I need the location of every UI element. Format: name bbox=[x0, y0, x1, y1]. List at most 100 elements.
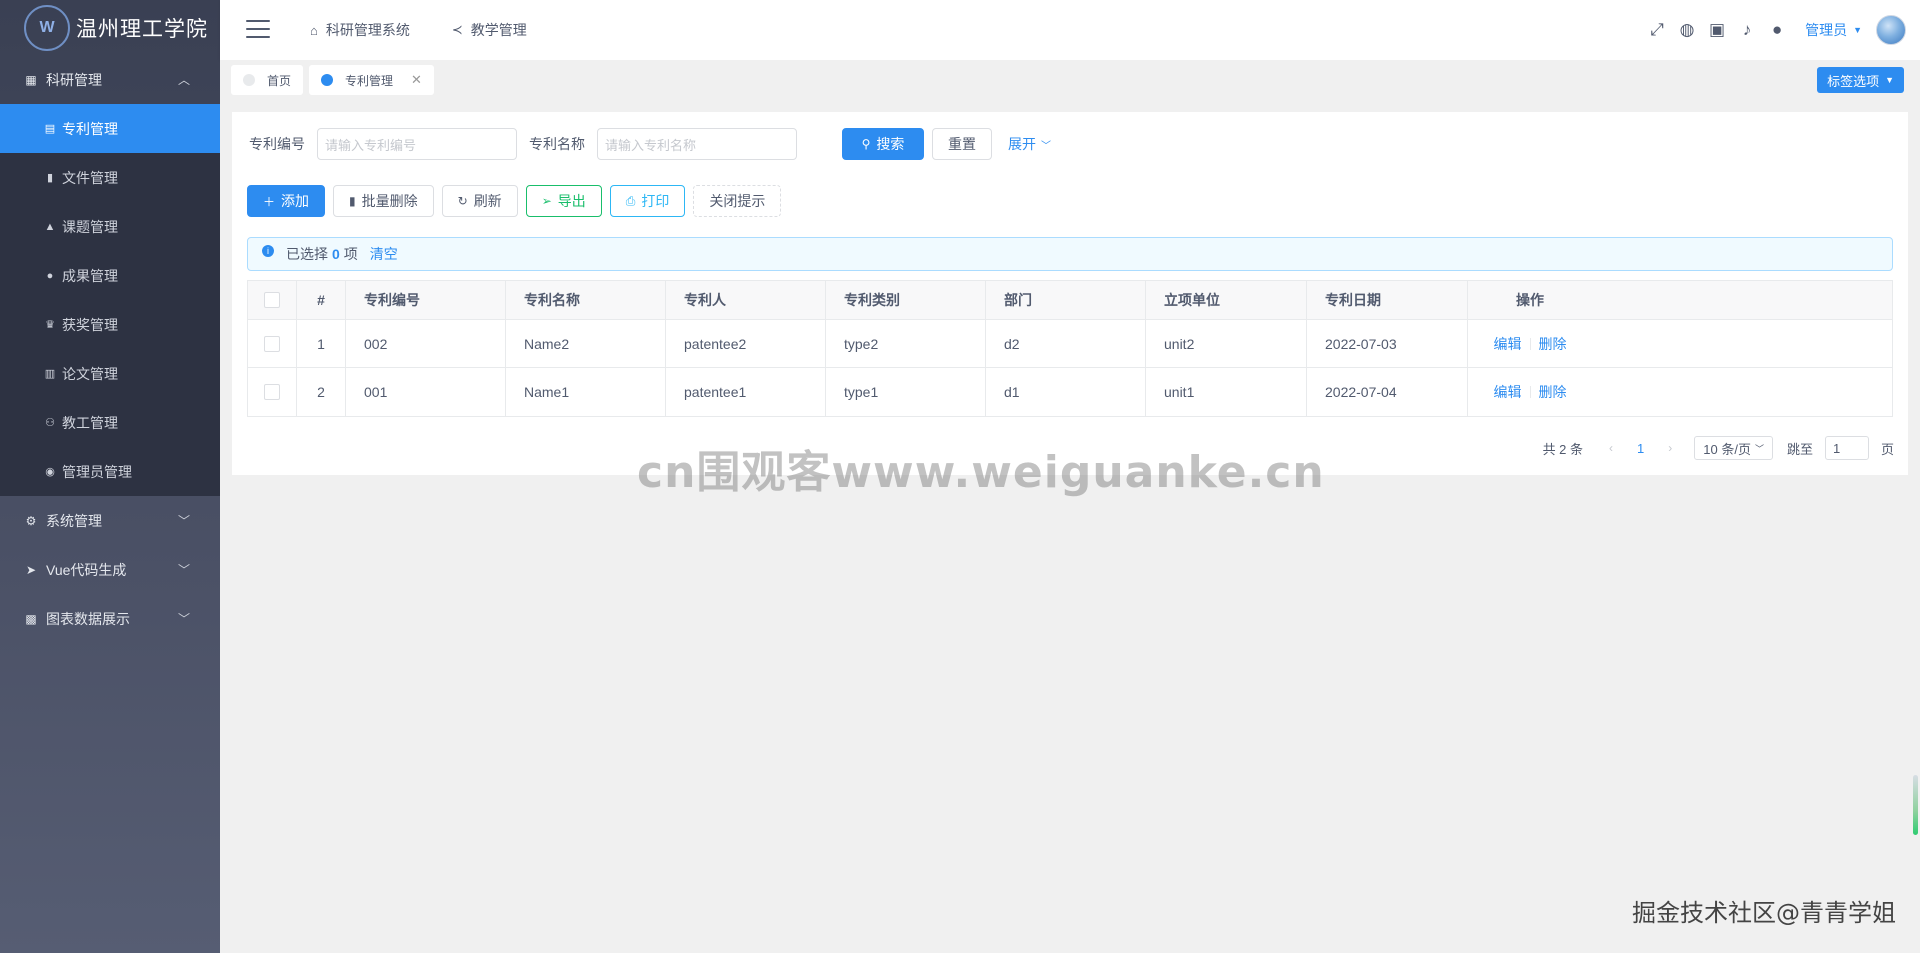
cell-unit: unit2 bbox=[1146, 320, 1307, 367]
search-button-label: 搜索 bbox=[876, 136, 905, 152]
column-header[interactable]: 专利人 bbox=[666, 281, 826, 319]
bell-icon[interactable]: ♪ bbox=[1737, 20, 1757, 40]
menu-group-charts[interactable]: ▩ 图表数据展示 ﹀ bbox=[0, 594, 220, 643]
column-header[interactable]: 立项单位 bbox=[1146, 281, 1307, 319]
page-item-current[interactable]: 1 bbox=[1637, 441, 1644, 456]
top-nav-label: 教学管理 bbox=[470, 22, 527, 38]
sidebar-item-admin[interactable]: ◉ 管理员管理 bbox=[0, 447, 220, 496]
patent-name-input[interactable]: 请输入专利名称 bbox=[597, 128, 797, 160]
chevron-down-icon: ﹀ bbox=[1754, 443, 1764, 454]
column-header[interactable]: 专利日期 bbox=[1307, 281, 1468, 319]
avatar[interactable] bbox=[1876, 15, 1906, 45]
cell-date: 2022-07-04 bbox=[1307, 368, 1468, 416]
cell-type: type1 bbox=[826, 368, 986, 416]
delete-link[interactable]: 删除 bbox=[1539, 382, 1567, 402]
tab-dot bbox=[321, 74, 333, 86]
cell-date: 2022-07-03 bbox=[1307, 320, 1468, 367]
document-icon: ▤ bbox=[44, 123, 56, 135]
cell-dept: d1 bbox=[986, 368, 1146, 416]
lock-icon[interactable]: ▣ bbox=[1707, 20, 1727, 40]
github-icon[interactable]: ● bbox=[1767, 20, 1787, 40]
user-dropdown[interactable]: 管理员 ▼ bbox=[1805, 20, 1862, 40]
row-checkbox[interactable] bbox=[264, 335, 280, 352]
column-header[interactable]: 专利类别 bbox=[826, 281, 986, 319]
menu-group-research[interactable]: ▦ 科研管理 ︿ bbox=[0, 55, 220, 104]
close-tip-label: 关闭提示 bbox=[709, 193, 766, 209]
fullscreen-icon[interactable]: ⤢ bbox=[1647, 20, 1667, 40]
pagination: 共 2 条 ‹ 1 › 10 条/页 ﹀ 跳至 1 页 bbox=[1543, 436, 1894, 460]
export-button[interactable]: ➢ 导出 bbox=[525, 185, 602, 217]
cell-dept: d2 bbox=[986, 320, 1146, 367]
jump-page-input[interactable]: 1 bbox=[1824, 436, 1869, 460]
expand-toggle[interactable]: 展开 ﹀ bbox=[1008, 134, 1051, 154]
edit-link[interactable]: 编辑 bbox=[1494, 334, 1522, 354]
sidebar-item-award[interactable]: ♛ 获奖管理 bbox=[0, 300, 220, 349]
prev-page-icon[interactable]: ‹ bbox=[1609, 441, 1613, 455]
patent-name-label: 专利名称 bbox=[529, 136, 585, 152]
cell-number: 002 bbox=[346, 320, 506, 367]
book-icon: ▥ bbox=[44, 368, 56, 380]
divider bbox=[1529, 337, 1531, 350]
patent-number-label: 专利编号 bbox=[249, 136, 305, 152]
print-button[interactable]: ⎙ 打印 bbox=[609, 185, 686, 217]
close-tip-button[interactable]: 关闭提示 bbox=[693, 185, 782, 217]
cell-name: Name2 bbox=[506, 320, 666, 367]
next-page-icon[interactable]: › bbox=[1668, 441, 1672, 455]
column-header[interactable]: 专利编号 bbox=[346, 281, 506, 319]
menu-group-label: 系统管理 bbox=[46, 512, 102, 529]
table-row: 1 002 Name2 patentee2 type2 d2 unit2 202… bbox=[248, 320, 1892, 368]
tab-patent[interactable]: 专利管理 ✕ bbox=[309, 65, 434, 95]
file-icon: ▮ bbox=[46, 172, 54, 184]
info-icon: i bbox=[262, 245, 274, 257]
refresh-button[interactable]: ↻ 刷新 bbox=[441, 185, 518, 217]
batch-delete-button[interactable]: ▮ 批量删除 bbox=[333, 185, 434, 217]
row-checkbox[interactable] bbox=[264, 384, 280, 400]
share-icon: ≺ bbox=[451, 22, 463, 37]
edit-link[interactable]: 编辑 bbox=[1494, 382, 1522, 402]
add-button[interactable]: ＋ 添加 bbox=[247, 185, 326, 217]
content-card: 专利编号 请输入专利编号 专利名称 请输入专利名称 ⚲ 搜索 重置 展开 ﹀ ＋… bbox=[232, 112, 1908, 475]
placeholder: 请输入专利编号 bbox=[325, 137, 417, 153]
sidebar-item-file[interactable]: ▮ 文件管理 bbox=[0, 153, 220, 202]
sidebar-item-achievement[interactable]: ● 成果管理 bbox=[0, 251, 220, 300]
circle-icon: ● bbox=[46, 269, 54, 282]
globe-icon[interactable]: ◍ bbox=[1677, 20, 1697, 40]
delete-link[interactable]: 删除 bbox=[1539, 334, 1567, 354]
sidebar-item-staff[interactable]: ⚇ 教工管理 bbox=[0, 398, 220, 447]
tab-label: 首页 bbox=[267, 73, 292, 88]
cell-actions: 编辑 删除 bbox=[1468, 368, 1592, 416]
tab-options-button[interactable]: 标签选项 ▼ bbox=[1817, 67, 1904, 93]
top-nav-teaching[interactable]: ≺ 教学管理 bbox=[452, 20, 527, 40]
send-icon: ➢ bbox=[541, 194, 552, 208]
sidebar-item-patent[interactable]: ▤ 专利管理 bbox=[0, 104, 220, 153]
sidebar-item-paper[interactable]: ▥ 论文管理 bbox=[0, 349, 220, 398]
batch-delete-label: 批量删除 bbox=[361, 193, 418, 209]
top-nav-research-system[interactable]: ⌂ 科研管理系统 bbox=[310, 20, 410, 40]
menu-group-system[interactable]: ⚙ 系统管理 ﹀ bbox=[0, 496, 220, 545]
patent-number-input[interactable]: 请输入专利编号 bbox=[317, 128, 517, 160]
sidebar-item-project[interactable]: ▲ 课题管理 bbox=[0, 202, 220, 251]
divider bbox=[1529, 386, 1531, 398]
menu-group-vue-codegen[interactable]: ➤ Vue代码生成 ﹀ bbox=[0, 545, 220, 594]
alert-suffix: 项 bbox=[343, 246, 358, 262]
clear-selection-link[interactable]: 清空 bbox=[370, 244, 398, 264]
print-label: 打印 bbox=[641, 193, 670, 209]
column-header[interactable]: 部门 bbox=[986, 281, 1146, 319]
close-icon[interactable]: ✕ bbox=[411, 72, 422, 88]
cell-index: 2 bbox=[297, 368, 346, 416]
cell-index: 1 bbox=[297, 320, 346, 367]
page-suffix: 页 bbox=[1880, 441, 1894, 457]
column-header[interactable]: 专利名称 bbox=[506, 281, 666, 319]
reset-button[interactable]: 重置 bbox=[932, 128, 992, 160]
column-header: 操作 bbox=[1516, 292, 1544, 308]
trophy-icon: ♛ bbox=[45, 319, 55, 331]
page-size-select[interactable]: 10 条/页 ﹀ bbox=[1694, 436, 1773, 460]
menu-toggle-icon[interactable] bbox=[246, 20, 270, 40]
select-all-checkbox[interactable] bbox=[264, 292, 280, 308]
search-icon: ⚲ bbox=[861, 137, 871, 151]
search-button[interactable]: ⚲ 搜索 bbox=[842, 128, 924, 160]
send-icon: ➤ bbox=[25, 562, 37, 577]
tab-home[interactable]: 首页 bbox=[231, 65, 304, 95]
sidebar-item-label: 教工管理 bbox=[62, 414, 118, 431]
scrollbar[interactable] bbox=[1913, 775, 1918, 835]
